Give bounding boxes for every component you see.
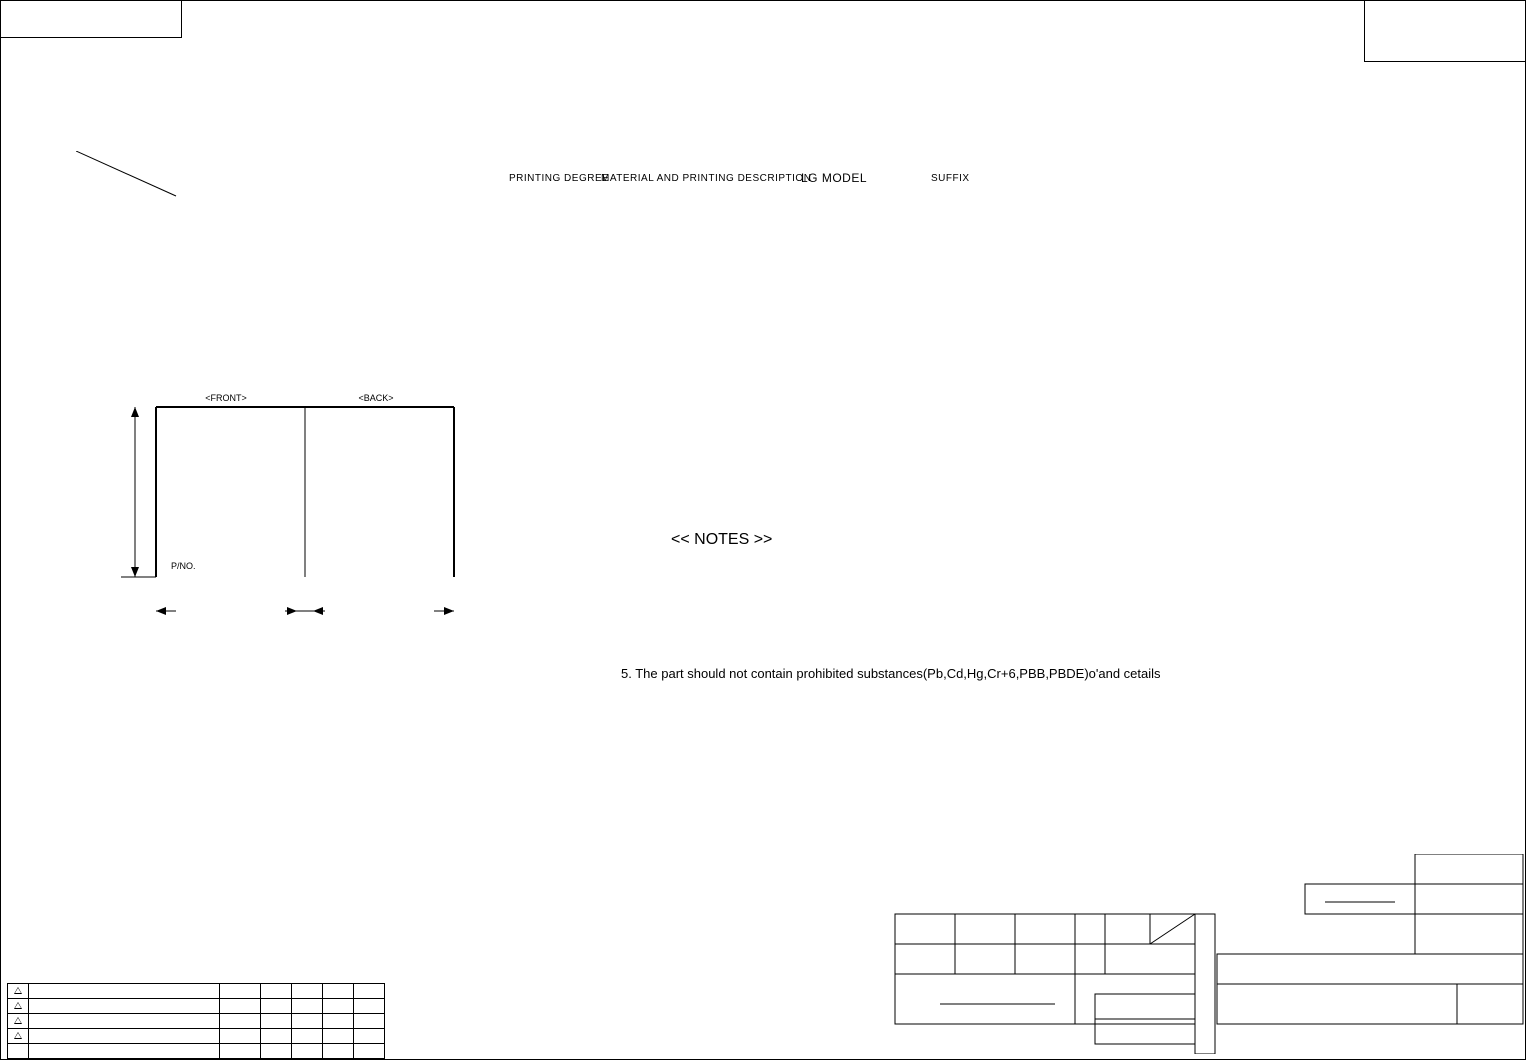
triangle-icon bbox=[14, 1002, 22, 1009]
revision-block bbox=[7, 983, 385, 1059]
triangle-icon bbox=[14, 1032, 22, 1039]
col-suffix: SUFFIX bbox=[931, 173, 970, 184]
top-right-box bbox=[1364, 1, 1525, 62]
back-label: <BACK> bbox=[358, 393, 393, 403]
triangle-icon bbox=[14, 1017, 22, 1024]
top-left-box bbox=[1, 1, 182, 38]
col-material-desc: MATERIAL AND PRINTING DESCRIPTION bbox=[601, 173, 811, 184]
notes-line-5: 5. The part should not contain prohibite… bbox=[621, 666, 1161, 681]
title-block bbox=[695, 854, 1525, 1059]
col-printing-degree: PRINTING DEGREE bbox=[509, 173, 609, 184]
front-label: <FRONT> bbox=[205, 393, 247, 403]
notes-heading: << NOTES >> bbox=[671, 531, 772, 549]
triangle-icon bbox=[14, 987, 22, 994]
pno-label: P/NO. bbox=[171, 561, 196, 571]
col-lg-model: LG MODEL bbox=[801, 171, 867, 185]
diagonal-mark bbox=[76, 151, 186, 211]
drawing-sheet: PRINTING DEGREE MATERIAL AND PRINTING DE… bbox=[0, 0, 1526, 1060]
front-back-diagram: <FRONT> <BACK> P/NO. bbox=[121, 391, 481, 631]
